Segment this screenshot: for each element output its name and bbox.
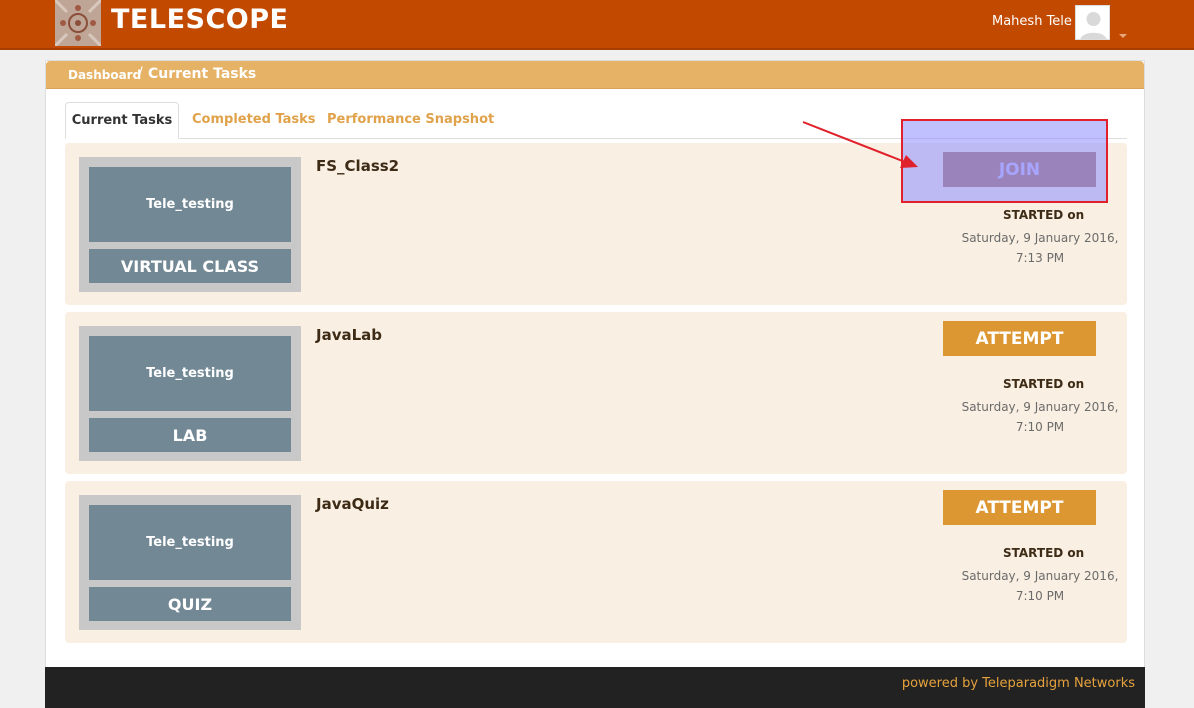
user-menu-caret-icon[interactable] xyxy=(1119,34,1127,38)
logo-icon xyxy=(55,0,101,46)
breadcrumb-dashboard-link[interactable]: Dashboard xyxy=(68,68,141,82)
brand-title[interactable]: TELESCOPE xyxy=(111,4,288,35)
started-label: STARTED on xyxy=(1003,377,1085,391)
task-thumbnail: Tele_testing VIRTUAL CLASS xyxy=(79,157,301,292)
task-title: JavaLab xyxy=(316,326,383,344)
task-owner: Tele_testing xyxy=(89,336,291,411)
task-thumbnail: Tele_testing LAB xyxy=(79,326,301,461)
breadcrumb-separator: / xyxy=(138,65,143,81)
user-avatar-icon xyxy=(1076,6,1109,39)
started-time-line: 7:10 PM xyxy=(1015,589,1065,603)
task-owner: Tele_testing xyxy=(89,505,291,580)
task-type: QUIZ xyxy=(89,587,291,621)
user-avatar[interactable] xyxy=(1075,5,1110,40)
attempt-button[interactable]: ATTEMPT xyxy=(943,321,1096,356)
main-panel: Dashboard / Current Tasks Current Tasks … xyxy=(45,60,1145,670)
tab-current-tasks[interactable]: Current Tasks xyxy=(65,102,179,139)
started-date-line: Saturday, 9 January 2016, xyxy=(961,231,1119,245)
task-card: Tele_testing QUIZ JavaQuiz ATTEMPT START… xyxy=(65,481,1127,643)
join-button[interactable]: JOIN xyxy=(943,152,1096,187)
task-title: JavaQuiz xyxy=(316,495,389,513)
started-date-line: Saturday, 9 January 2016, xyxy=(961,400,1119,414)
started-time-line: 7:13 PM xyxy=(1015,251,1065,265)
task-card: Tele_testing LAB JavaLab ATTEMPT STARTED… xyxy=(65,312,1127,474)
breadcrumb-current: Current Tasks xyxy=(148,66,257,82)
task-thumbnail: Tele_testing QUIZ xyxy=(79,495,301,630)
footer-credit[interactable]: powered by Teleparadigm Networks xyxy=(902,676,1135,691)
user-name[interactable]: Mahesh Tele xyxy=(992,14,1072,29)
footer: powered by Teleparadigm Networks xyxy=(45,667,1145,708)
started-date: Saturday, 9 January 2016, 7:10 PM xyxy=(945,566,1135,606)
task-card: Tele_testing VIRTUAL CLASS FS_Class2 JOI… xyxy=(65,143,1127,305)
tab-performance-snapshot[interactable]: Performance Snapshot xyxy=(327,102,494,139)
logo[interactable] xyxy=(55,0,101,46)
attempt-button[interactable]: ATTEMPT xyxy=(943,490,1096,525)
task-title: FS_Class2 xyxy=(316,157,400,175)
started-date: Saturday, 9 January 2016, 7:13 PM xyxy=(945,228,1135,268)
started-label: STARTED on xyxy=(1003,208,1085,222)
started-label: STARTED on xyxy=(1003,546,1085,560)
tab-completed-tasks[interactable]: Completed Tasks xyxy=(192,102,316,139)
task-type: VIRTUAL CLASS xyxy=(89,249,291,283)
top-navbar: TELESCOPE Mahesh Tele xyxy=(0,0,1194,50)
started-date-line: Saturday, 9 January 2016, xyxy=(961,569,1119,583)
breadcrumb: Dashboard / Current Tasks xyxy=(46,61,1144,89)
started-date: Saturday, 9 January 2016, 7:10 PM xyxy=(945,397,1135,437)
task-owner: Tele_testing xyxy=(89,167,291,242)
started-time-line: 7:10 PM xyxy=(1015,420,1065,434)
task-type: LAB xyxy=(89,418,291,452)
task-tabs: Current Tasks Completed Tasks Performanc… xyxy=(65,102,1127,139)
